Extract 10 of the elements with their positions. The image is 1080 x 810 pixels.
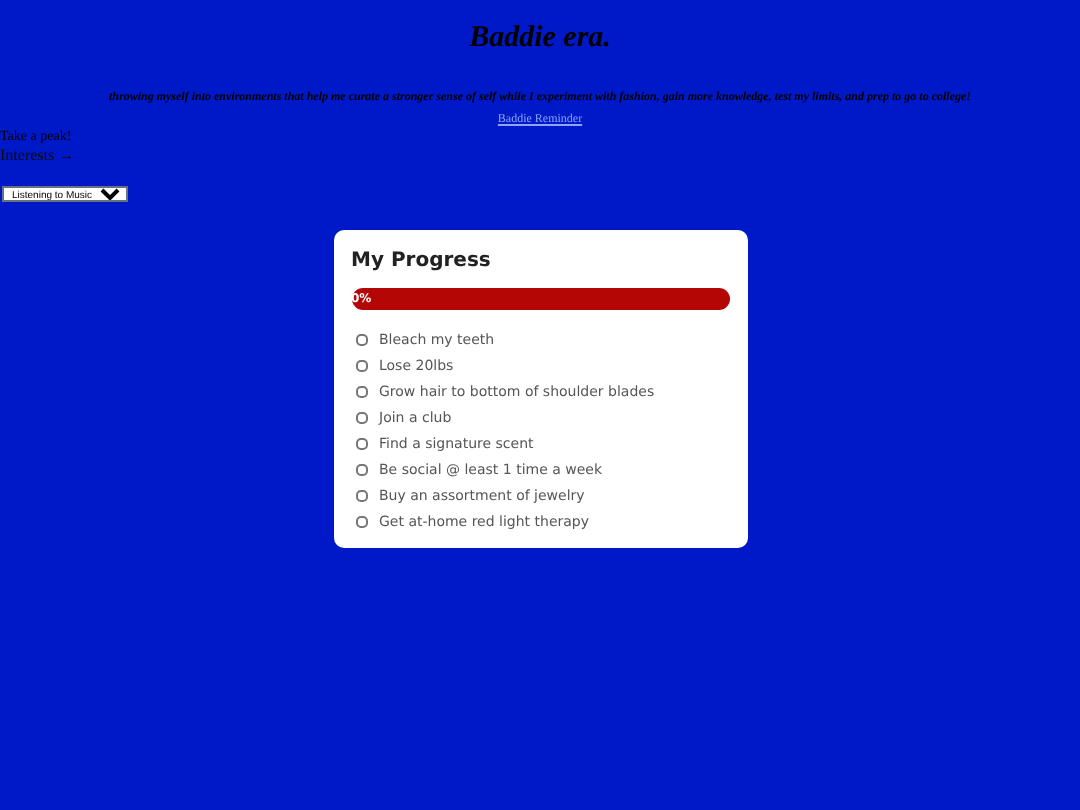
goal-checkbox[interactable] bbox=[355, 438, 367, 450]
goal-checkbox[interactable] bbox=[355, 412, 367, 424]
goal-checkbox[interactable] bbox=[355, 334, 367, 346]
goal-checkbox[interactable] bbox=[355, 360, 367, 372]
page-title: Baddie era. bbox=[467, 20, 613, 58]
goal-checkbox[interactable] bbox=[355, 464, 367, 476]
goal-checkbox[interactable] bbox=[355, 490, 367, 502]
goal-checkbox[interactable] bbox=[355, 516, 367, 528]
card-title: My Progress bbox=[351, 247, 493, 275]
goal-checkbox[interactable] bbox=[355, 386, 367, 398]
